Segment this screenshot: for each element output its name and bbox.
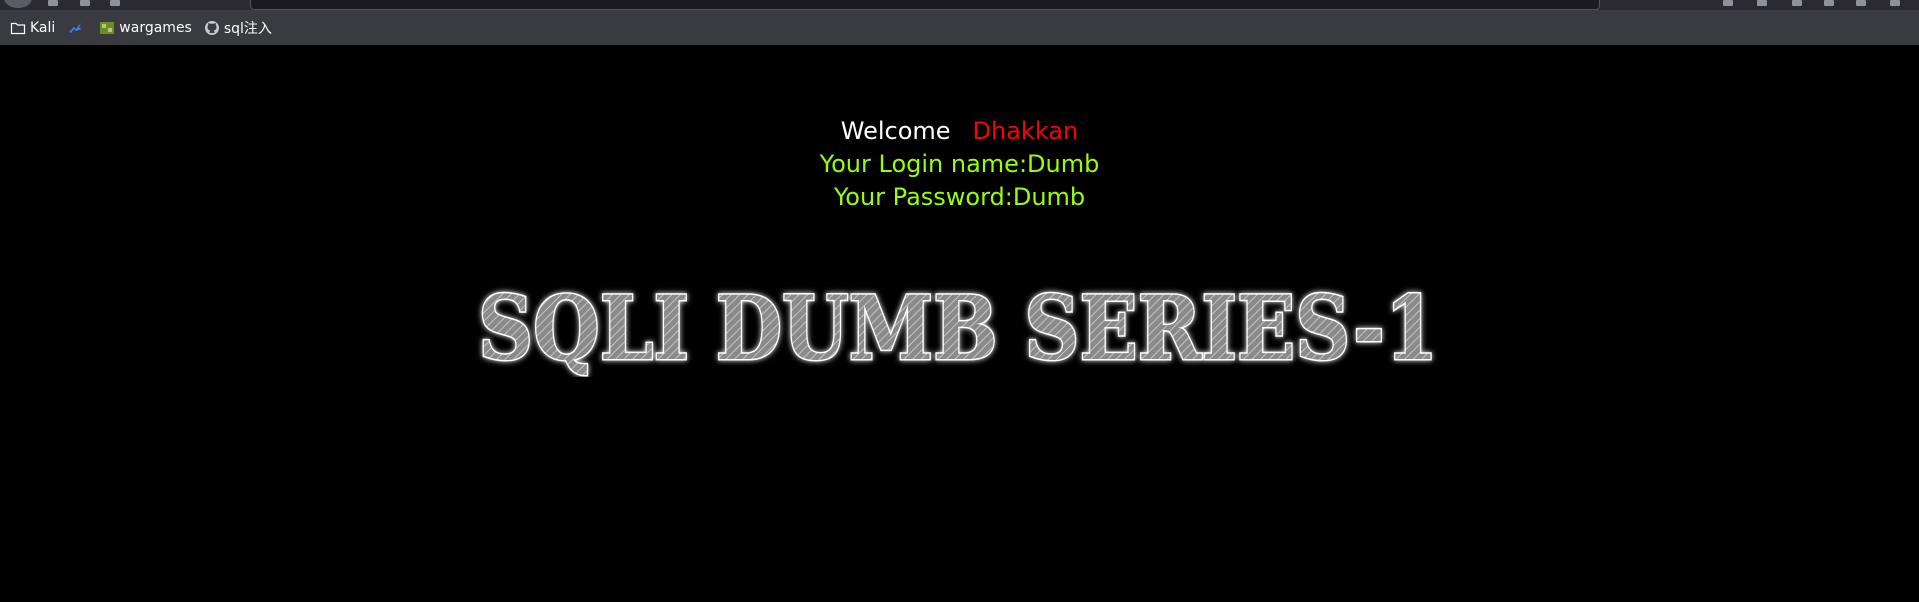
wargames-icon: [100, 21, 115, 34]
bookmark-kali[interactable]: Kali: [10, 20, 55, 36]
bookmarks-toolbar: Kali wargames sql注入: [0, 10, 1919, 45]
folder-icon: [10, 22, 26, 34]
github-icon: [204, 20, 219, 35]
back-button[interactable]: [4, 0, 32, 8]
welcome-text: Welcome: [840, 117, 951, 145]
bookmark-label: wargames: [119, 19, 192, 36]
banner-logo: SQLI DUMB SERIES-1: [477, 277, 1440, 377]
menu-icon[interactable]: [1890, 0, 1900, 6]
extensions-icon[interactable]: [1856, 0, 1866, 6]
bookmark-label: Kali: [30, 19, 56, 36]
url-bar[interactable]: [250, 0, 1600, 10]
account-icon[interactable]: [1824, 0, 1834, 6]
browser-toolbar: [0, 0, 1919, 10]
kali-dragon-icon: [69, 22, 83, 33]
bookmark-sql-injection[interactable]: sql注入: [204, 18, 272, 38]
welcome-line: Welcome Dhakkan: [0, 115, 1919, 148]
forward-icon[interactable]: [48, 0, 58, 6]
reload-icon[interactable]: [80, 0, 90, 6]
login-name: Your Login name:Dumb: [819, 150, 1100, 178]
bookmark-label: sql注入: [223, 20, 272, 37]
home-icon[interactable]: [110, 0, 120, 6]
user-name: Dhakkan: [972, 117, 1079, 145]
banner-text: SQLI DUMB SERIES-1: [478, 277, 1438, 377]
downloads-icon[interactable]: [1723, 0, 1733, 6]
sidebar-icon[interactable]: [1792, 0, 1802, 6]
library-icon[interactable]: [1757, 0, 1767, 6]
bookmark-wargames[interactable]: wargames: [99, 20, 192, 36]
page-content: Welcome Dhakkan Your Login name:Dumb Your…: [0, 45, 1919, 602]
password-text: Your Password:Dumb: [833, 183, 1086, 211]
bookmark-kali-tools[interactable]: [67, 20, 87, 36]
